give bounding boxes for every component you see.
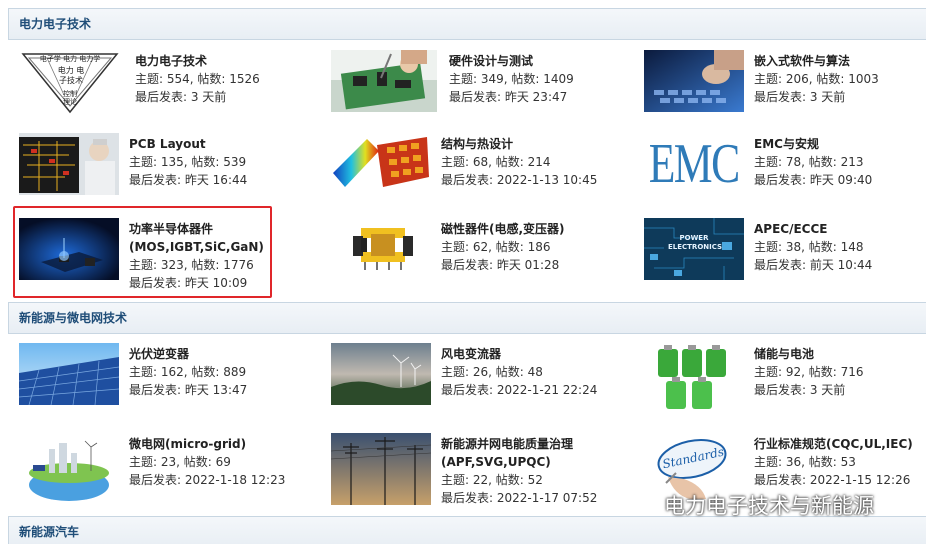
forum-stats: 主题: 22, 帖数: 52 [441,473,543,487]
forum-title-link[interactable]: EMC与安规 [754,135,872,153]
forum-thumbnail[interactable] [331,433,431,505]
forum-last-post: 最后发表: 2022-1-18 12:23 [129,473,286,487]
forum-item-apec-ecce[interactable]: POWER ELECTRONICS APEC/ECCE 主题: 38, 帖数: … [644,218,872,280]
forum-stats: 主题: 62, 帖数: 186 [441,240,551,254]
forum-last-post: 最后发表: 前天 10:44 [754,258,873,272]
forum-last-post: 最后发表: 3 天前 [754,383,846,397]
forum-item-thermal-design[interactable]: 结构与热设计 主题: 68, 帖数: 214 最后发表: 2022-1-13 1… [331,133,597,195]
forum-thumbnail[interactable] [19,343,119,405]
thumb-caption: POWER ELECTRONICS [668,234,723,251]
forum-thumbnail[interactable]: EMC [644,133,744,195]
forum-thumbnail[interactable] [331,343,431,405]
forum-thumbnail[interactable] [331,50,437,112]
forum-stats: 主题: 38, 帖数: 148 [754,240,864,254]
forum-stats: 主题: 92, 帖数: 716 [754,365,864,379]
section-title: 新能源汽车 [19,525,80,539]
forum-last-post: 最后发表: 2022-1-21 22:24 [441,383,598,397]
forum-stats: 主题: 206, 帖数: 1003 [754,72,879,86]
forum-last-post: 最后发表: 3 天前 [754,90,846,104]
watermark: 电力电子技术与新能源 [624,488,874,522]
forum-title-link[interactable]: 新能源并网电能质量治理 [441,435,597,453]
forum-last-post: 最后发表: 昨天 09:40 [754,173,873,187]
forum-last-post: 最后发表: 昨天 23:47 [449,90,568,104]
forum-title-link[interactable]: 微电网(micro-grid) [129,435,285,453]
forum-item-emc[interactable]: EMC EMC与安规 主题: 78, 帖数: 213 最后发表: 昨天 09:4… [644,133,872,195]
forum-title-link[interactable]: 硬件设计与测试 [449,52,574,70]
forum-thumbnail[interactable] [19,433,119,503]
forum-last-post: 最后发表: 昨天 01:28 [441,258,560,272]
forum-last-post: 最后发表: 3 天前 [135,90,227,104]
forum-item-energy-storage[interactable]: 储能与电池 主题: 92, 帖数: 716 最后发表: 3 天前 [644,343,864,413]
forum-thumbnail[interactable] [19,133,119,195]
forum-stats: 主题: 68, 帖数: 214 [441,155,551,169]
forum-item-pv-inverter[interactable]: 光伏逆变器 主题: 162, 帖数: 889 最后发表: 昨天 13:47 [19,343,247,405]
forum-title-link[interactable]: 风电变流器 [441,345,597,363]
thumb-caption: 电子学 电力 电力学 [39,55,101,63]
forum-item-micro-grid[interactable]: 微电网(micro-grid) 主题: 23, 帖数: 69 最后发表: 202… [19,433,285,503]
forum-title-subtitle[interactable]: (APF,SVG,UPQC) [441,453,597,471]
forum-stats: 主题: 36, 帖数: 53 [754,455,856,469]
forum-title-link[interactable]: 光伏逆变器 [129,345,247,363]
forum-stats: 主题: 23, 帖数: 69 [129,455,231,469]
forum-title-link[interactable]: 储能与电池 [754,345,864,363]
forum-thumbnail[interactable]: 电子学 电力 电力学 电力 电子技术 控制 理论 [19,50,121,114]
highlight-box [13,206,272,298]
forum-last-post: 最后发表: 2022-1-13 10:45 [441,173,598,187]
thumb-caption: 控制 理论 [63,90,77,106]
section-header-power-electronics[interactable]: 电力电子技术 [8,8,926,40]
forum-stats: 主题: 26, 帖数: 48 [441,365,543,379]
forum-title-link[interactable]: 行业标准规范(CQC,UL,IEC) [754,435,913,453]
forum-last-post: 最后发表: 2022-1-15 12:26 [754,473,911,487]
forum-stats: 主题: 135, 帖数: 539 [129,155,247,169]
forum-item-wind-converter[interactable]: 风电变流器 主题: 26, 帖数: 48 最后发表: 2022-1-21 22:… [331,343,597,405]
forum-thumbnail[interactable] [331,133,431,195]
section-header-new-energy[interactable]: 新能源与微电网技术 [8,302,926,334]
section-title: 新能源与微电网技术 [19,311,128,325]
forum-item-hardware-design[interactable]: 硬件设计与测试 主题: 349, 帖数: 1409 最后发表: 昨天 23:47 [331,50,574,112]
forum-title-link[interactable]: 磁性器件(电感,变压器) [441,220,565,238]
forum-item-magnetics[interactable]: 磁性器件(电感,变压器) 主题: 62, 帖数: 186 最后发表: 昨天 01… [331,218,565,274]
forum-thumbnail[interactable] [644,343,744,413]
forum-stats: 主题: 349, 帖数: 1409 [449,72,574,86]
forum-last-post: 最后发表: 昨天 13:47 [129,383,248,397]
emc-logo: EMC [649,133,741,195]
forum-item-embedded-software[interactable]: 嵌入式软件与算法 主题: 206, 帖数: 1003 最后发表: 3 天前 [644,50,879,112]
forum-title-link[interactable]: 结构与热设计 [441,135,597,153]
forum-last-post: 最后发表: 昨天 16:44 [129,173,248,187]
forum-thumbnail[interactable] [331,218,431,274]
forum-item-power-electronics[interactable]: 电子学 电力 电力学 电力 电子技术 控制 理论 电力电子技术 主题: 554,… [19,50,260,114]
wechat-icon [624,494,654,516]
forum-title-link[interactable]: 嵌入式软件与算法 [754,52,879,70]
forum-title-link[interactable]: APEC/ECCE [754,220,872,238]
forum-stats: 主题: 554, 帖数: 1526 [135,72,260,86]
forum-last-post: 最后发表: 2022-1-17 07:52 [441,491,598,505]
section-title: 电力电子技术 [19,17,92,31]
forum-stats: 主题: 162, 帖数: 889 [129,365,247,379]
forum-item-power-quality[interactable]: 新能源并网电能质量治理 (APF,SVG,UPQC) 主题: 22, 帖数: 5… [331,433,597,507]
forum-item-pcb-layout[interactable]: PCB Layout 主题: 135, 帖数: 539 最后发表: 昨天 16:… [19,133,247,195]
forum-thumbnail[interactable]: POWER ELECTRONICS [644,218,744,280]
watermark-text: 电力电子技术与新能源 [664,494,874,518]
forum-title-link[interactable]: PCB Layout [129,135,247,153]
forum-title-link[interactable]: 电力电子技术 [135,52,260,70]
thumb-caption: 电力 电子技术 [57,66,85,85]
forum-stats: 主题: 78, 帖数: 213 [754,155,864,169]
forum-thumbnail[interactable] [644,50,744,112]
